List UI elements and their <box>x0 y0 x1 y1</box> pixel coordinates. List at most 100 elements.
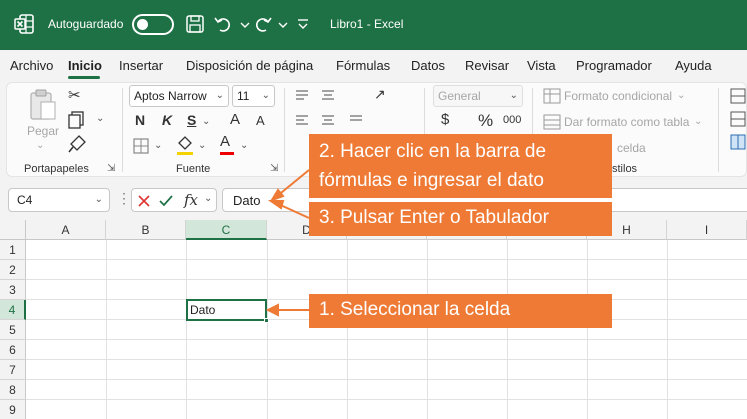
name-box[interactable]: C4 ⌄ <box>8 188 110 212</box>
thousands-button[interactable]: 000 <box>503 114 521 126</box>
copy-dropdown-icon[interactable]: ⌄ <box>96 113 104 124</box>
row-header-4[interactable]: 4 <box>0 300 26 320</box>
copy-icon[interactable] <box>67 111 87 129</box>
chevron-down-icon: ⌄ <box>261 90 270 101</box>
column-header-b[interactable]: B <box>106 220 186 240</box>
currency-icon[interactable]: $ <box>441 111 449 128</box>
enter-check-icon[interactable] <box>158 193 174 209</box>
chevron-down-icon[interactable]: ⌄ <box>204 193 212 204</box>
formula-input-value: Dato <box>233 193 261 208</box>
bold-button[interactable]: N <box>135 112 145 128</box>
ribbon-separator <box>122 88 123 172</box>
name-box-value: C4 <box>17 193 33 207</box>
fill-color-dropdown-icon[interactable]: ⌄ <box>198 140 206 151</box>
borders-icon[interactable] <box>132 137 150 155</box>
ribbon-tabs: Archivo Inicio Insertar Disposición de p… <box>0 50 747 80</box>
cell-styles-label[interactable]: celda <box>617 141 646 155</box>
ribbon-separator <box>718 88 719 172</box>
clipboard-launcher-icon[interactable]: ⇲ <box>107 163 115 174</box>
undo-icon[interactable] <box>212 13 234 35</box>
font-color-dropdown-icon[interactable]: ⌄ <box>240 140 248 151</box>
tab-insertar[interactable]: Insertar <box>119 58 163 73</box>
row-header-7[interactable]: 7 <box>0 360 26 380</box>
font-color-swatch <box>220 152 234 155</box>
customize-toolbar-icon[interactable] <box>292 13 314 35</box>
grid-line <box>26 379 747 380</box>
format-as-table-icon[interactable] <box>543 114 561 130</box>
autosave-label: Autoguardado <box>48 17 124 31</box>
row-header-1[interactable]: 1 <box>0 240 26 260</box>
chevron-down-icon: ⌄ <box>94 194 103 205</box>
cancel-icon[interactable] <box>136 193 152 209</box>
row-header-8[interactable]: 8 <box>0 380 26 400</box>
cut-icon[interactable]: ✂ <box>68 86 81 104</box>
chevron-down-icon: ⌄ <box>677 90 686 101</box>
paste-icon[interactable] <box>28 88 58 122</box>
fill-handle[interactable] <box>264 318 269 323</box>
font-name-dropdown[interactable]: Aptos Narrow ⌄ <box>129 85 229 107</box>
grid-line <box>26 399 747 400</box>
grid-line <box>427 240 428 419</box>
tab-archivo[interactable]: Archivo <box>10 58 53 73</box>
underline-button[interactable]: S <box>187 112 196 128</box>
row-header-9[interactable]: 9 <box>0 400 26 419</box>
autosave-toggle[interactable] <box>132 14 174 35</box>
font-color-icon[interactable]: A <box>220 133 230 150</box>
redo-dropdown-icon[interactable] <box>272 13 294 35</box>
grid-line <box>106 240 107 419</box>
grid-line <box>267 240 268 419</box>
cells-group-icons[interactable] <box>730 88 746 152</box>
row-header-6[interactable]: 6 <box>0 340 26 360</box>
redo-icon[interactable] <box>252 13 274 35</box>
underline-dropdown-icon[interactable]: ⌄ <box>202 116 210 127</box>
grow-font-button[interactable]: A <box>230 111 240 128</box>
font-size-dropdown[interactable]: 11 ⌄ <box>232 85 275 107</box>
clipboard-group-label: Portapapeles <box>24 163 89 175</box>
tab-inicio[interactable]: Inicio <box>68 58 102 73</box>
italic-button[interactable]: K <box>162 112 172 128</box>
select-all-corner[interactable] <box>0 220 26 240</box>
grid-line <box>347 240 348 419</box>
borders-dropdown-icon[interactable]: ⌄ <box>154 140 162 151</box>
tab-ayuda[interactable]: Ayuda <box>675 58 712 73</box>
percent-button[interactable]: % <box>478 111 493 131</box>
column-header-c[interactable]: C <box>186 220 267 240</box>
paste-label[interactable]: Pegar <box>27 124 59 138</box>
row-header-3[interactable]: 3 <box>0 280 26 300</box>
insert-function-button[interactable]: fx <box>184 191 198 209</box>
active-cell-c4[interactable]: Dato <box>186 299 267 321</box>
tab-vista[interactable]: Vista <box>527 58 556 73</box>
excel-logo-icon[interactable] <box>14 14 34 34</box>
chevron-down-icon: ⌄ <box>215 90 224 101</box>
paste-dropdown-icon[interactable]: ⌄ <box>36 140 44 151</box>
fill-color-swatch <box>177 152 193 155</box>
shrink-font-button[interactable]: A <box>256 113 265 128</box>
chevron-down-icon: ⌄ <box>694 116 703 127</box>
grid-line <box>26 279 747 280</box>
tab-datos[interactable]: Datos <box>411 58 445 73</box>
row-header-2[interactable]: 2 <box>0 260 26 280</box>
number-format-dropdown[interactable]: General ⌄ <box>433 85 523 107</box>
fill-color-icon[interactable] <box>176 135 194 151</box>
tab-programador[interactable]: Programador <box>576 58 652 73</box>
grid-line <box>26 339 747 340</box>
tab-formulas[interactable]: Fórmulas <box>336 58 390 73</box>
tab-revisar[interactable]: Revisar <box>465 58 509 73</box>
more-options-icon[interactable]: ⋮ <box>117 190 131 207</box>
format-painter-icon[interactable] <box>67 134 87 154</box>
save-icon[interactable] <box>184 13 206 35</box>
grid-line <box>667 240 668 419</box>
chevron-down-icon: ⌄ <box>509 90 518 101</box>
conditional-format-icon[interactable] <box>543 88 561 104</box>
format-as-table-label[interactable]: Dar formato como tabla <box>564 115 689 129</box>
toggle-knob <box>137 19 148 30</box>
font-size-value: 11 <box>237 89 250 103</box>
row-header-5[interactable]: 5 <box>0 320 26 340</box>
callout-step-1: 1. Seleccionar la celda <box>309 294 612 328</box>
conditional-format-label[interactable]: Formato condicional <box>564 89 672 103</box>
column-header-i[interactable]: I <box>667 220 747 240</box>
font-launcher-icon[interactable]: ⇲ <box>270 163 278 174</box>
column-header-a[interactable]: A <box>26 220 106 240</box>
tab-disposicion-pagina[interactable]: Disposición de página <box>186 58 313 73</box>
orientation-icon[interactable]: ↗ <box>374 86 386 103</box>
